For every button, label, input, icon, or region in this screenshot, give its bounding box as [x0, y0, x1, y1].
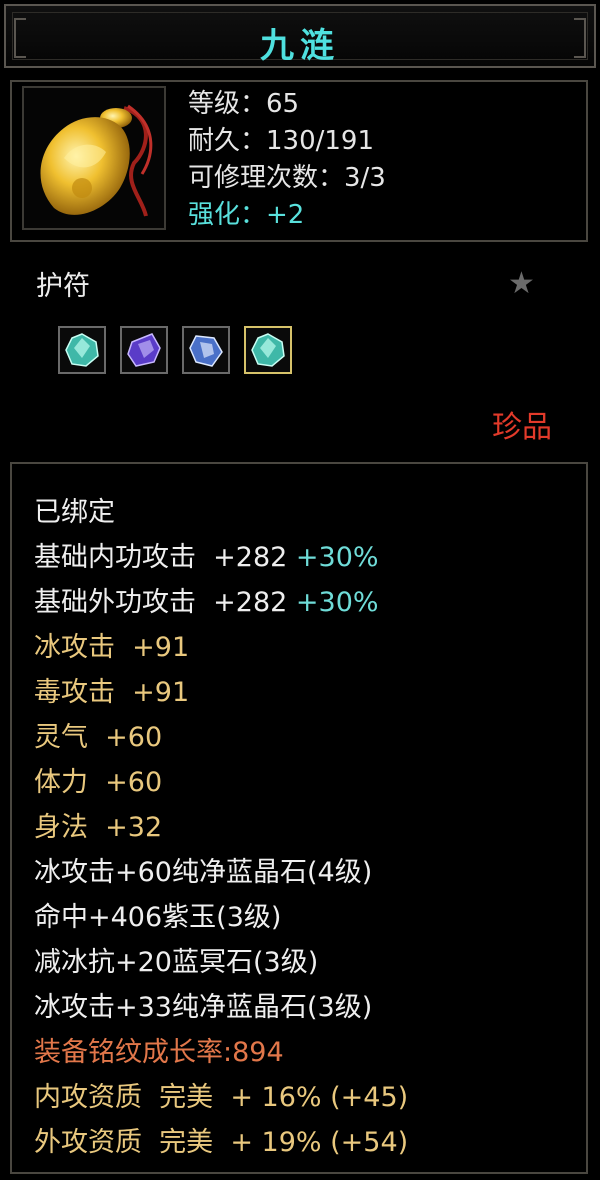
jade-pendant-icon: [40, 104, 153, 217]
item-rarity: 珍品: [492, 410, 552, 445]
purple-gem-icon: [127, 333, 161, 367]
base-inner-attack: 基础内功攻击 +282: [34, 542, 296, 573]
gem-bonus-3: 减冰抗+20蓝冥石(3级): [34, 947, 319, 978]
gem-bonus-4: 冰攻击+33纯净蓝晶石(3级): [34, 992, 373, 1023]
base-outer-attack: 基础外功攻击 +282: [34, 587, 296, 618]
attribute-list: 已绑定 基础内功攻击 +282 +30% 基础外功攻击 +282 +30% 冰攻…: [34, 490, 408, 1165]
growth-rate: 装备铭纹成长率:894: [34, 1037, 284, 1068]
spirit: 灵气 +60: [34, 722, 163, 753]
outer-attack-quality: 外攻资质 完美 + 19% (+54): [34, 1127, 409, 1158]
blue-gem-icon: [189, 335, 223, 367]
item-tooltip: 九涟 等级：65 耐久：130/191 可修理次数：3/3 强化：+2 护符 ★: [0, 0, 600, 1180]
gem-bonus-2: 命中+406紫玉(3级): [34, 902, 282, 933]
agility: 身法 +32: [34, 812, 163, 843]
base-inner-bonus: +30%: [295, 542, 379, 573]
gem-slot-1[interactable]: [58, 326, 106, 374]
stamina: 体力 +60: [34, 767, 163, 798]
poison-attack: 毒攻击 +91: [34, 677, 190, 708]
item-name: 九涟: [260, 26, 340, 66]
item-enhance-level: 强化：+2: [188, 200, 305, 230]
attribute-line-base-outer: 基础外功攻击 +282 +30%: [34, 580, 408, 625]
item-durability: 耐久：130/191: [188, 126, 375, 156]
item-repair-count: 可修理次数：3/3: [188, 163, 386, 193]
gem-slot-3[interactable]: [182, 326, 230, 374]
star-icon[interactable]: ★: [508, 266, 535, 301]
item-stats: 等级：65 耐久：130/191 可修理次数：3/3 强化：+2: [188, 86, 386, 234]
green-gem-icon: [251, 333, 285, 367]
gem-slot-2[interactable]: [120, 326, 168, 374]
gem-bonus-1: 冰攻击+60纯净蓝晶石(4级): [34, 857, 373, 888]
inner-attack-quality: 内攻资质 完美 + 16% (+45): [34, 1082, 409, 1113]
base-outer-bonus: +30%: [295, 587, 379, 618]
item-level: 等级：65: [188, 89, 300, 119]
gem-slot-4[interactable]: [244, 326, 292, 374]
ice-attack: 冰攻击 +91: [34, 632, 190, 663]
title-bar: 九涟: [4, 4, 596, 68]
green-gem-icon: [65, 333, 99, 367]
attribute-line-base-inner: 基础内功攻击 +282 +30%: [34, 535, 408, 580]
item-type: 护符: [36, 271, 90, 302]
bound-status: 已绑定: [34, 497, 115, 528]
item-icon-slot: [22, 86, 166, 230]
